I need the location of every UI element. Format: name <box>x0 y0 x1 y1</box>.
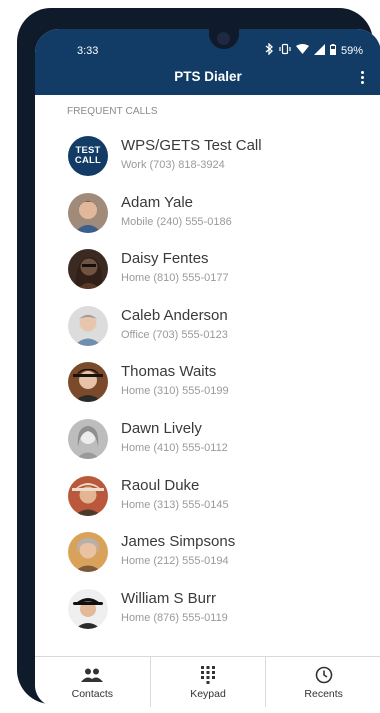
nav-recents[interactable]: Recents <box>266 657 380 707</box>
nav-contacts[interactable]: Contacts <box>35 657 151 707</box>
vibrate-icon <box>279 43 291 59</box>
battery-percent: 59% <box>340 45 363 57</box>
avatar <box>68 475 108 516</box>
bottom-nav: Contacts Keypad Recents <box>35 656 380 707</box>
bluetooth-icon <box>265 42 274 59</box>
avatar <box>68 192 108 233</box>
overflow-menu-icon[interactable] <box>357 67 367 87</box>
avatar <box>68 532 108 573</box>
contact-name: Raoul Duke <box>121 476 200 494</box>
contact-name: WPS/GETS Test Call <box>121 137 262 154</box>
keypad-icon <box>201 665 215 685</box>
avatar <box>68 418 108 459</box>
contact-name: James Simpsons <box>121 533 236 551</box>
nav-contacts-label: Contacts <box>71 687 114 700</box>
clock-icon <box>315 665 333 685</box>
contact-row[interactable]: Raoul Duke Home (313) 555-0145 <box>35 467 380 524</box>
contact-row[interactable]: TEST CALL WPS/GETS Test Call Work (703) … <box>35 127 380 184</box>
nav-keypad[interactable]: Keypad <box>151 657 267 707</box>
contact-row[interactable]: Adam Yale Mobile (240) 555-0186 <box>35 184 380 241</box>
contact-detail: Home (212) 555-0194 <box>121 555 229 568</box>
app-bar: 3:33 59% PTS Dialer <box>35 29 380 95</box>
contact-name: Adam Yale <box>121 193 193 211</box>
contact-name: Caleb Anderson <box>121 306 228 324</box>
avatar <box>68 249 108 290</box>
status-time: 3:33 <box>77 45 99 57</box>
contact-list: TEST CALL WPS/GETS Test Call Work (703) … <box>35 127 380 636</box>
contact-detail: Mobile (240) 555-0186 <box>121 215 232 228</box>
logo-text-bottom: CALL <box>74 155 102 166</box>
signal-icon <box>313 43 325 59</box>
contact-row[interactable]: Thomas Waits Home (310) 555-0199 <box>35 353 380 410</box>
contact-name: Thomas Waits <box>121 363 217 381</box>
people-icon <box>81 665 104 685</box>
contact-name: Daisy Fentes <box>121 250 209 268</box>
contact-row[interactable]: James Simpsons Home (212) 555-0194 <box>35 523 380 580</box>
contact-detail: Office (703) 555-0123 <box>121 328 228 341</box>
avatar <box>68 588 108 629</box>
nav-recents-label: Recents <box>304 687 343 700</box>
phone-frame: 3:33 59% PTS Dialer FREQUENT CALLS TEST … <box>17 8 380 707</box>
contact-detail: Home (410) 555-0112 <box>121 441 228 454</box>
contact-detail: Home (313) 555-0145 <box>121 498 229 511</box>
wifi-icon <box>295 43 309 59</box>
contact-detail: Home (876) 555-0119 <box>121 611 228 624</box>
status-icons: 59% <box>265 42 363 59</box>
contact-row[interactable]: Daisy Fentes Home (810) 555-0177 <box>35 240 380 297</box>
contact-row[interactable]: Caleb Anderson Office (703) 555-0123 <box>35 297 380 354</box>
battery-icon <box>329 43 336 59</box>
contact-detail: Home (810) 555-0177 <box>121 272 229 285</box>
nav-keypad-label: Keypad <box>190 687 226 700</box>
contact-row[interactable]: William S Burr Home (876) 555-0119 <box>35 580 380 637</box>
avatar <box>68 305 108 346</box>
test-call-logo: TEST CALL <box>68 136 108 176</box>
contact-detail: Home (310) 555-0199 <box>121 385 229 398</box>
screen: 3:33 59% PTS Dialer FREQUENT CALLS TEST … <box>35 29 380 707</box>
contact-row[interactable]: Dawn Lively Home (410) 555-0112 <box>35 410 380 467</box>
contact-detail: Work (703) 818-3924 <box>121 159 225 171</box>
app-title: PTS Dialer <box>174 69 242 84</box>
contact-name: Dawn Lively <box>121 419 202 437</box>
contact-name: William S Burr <box>121 589 217 607</box>
avatar <box>68 362 108 403</box>
section-header: FREQUENT CALLS <box>67 106 158 117</box>
